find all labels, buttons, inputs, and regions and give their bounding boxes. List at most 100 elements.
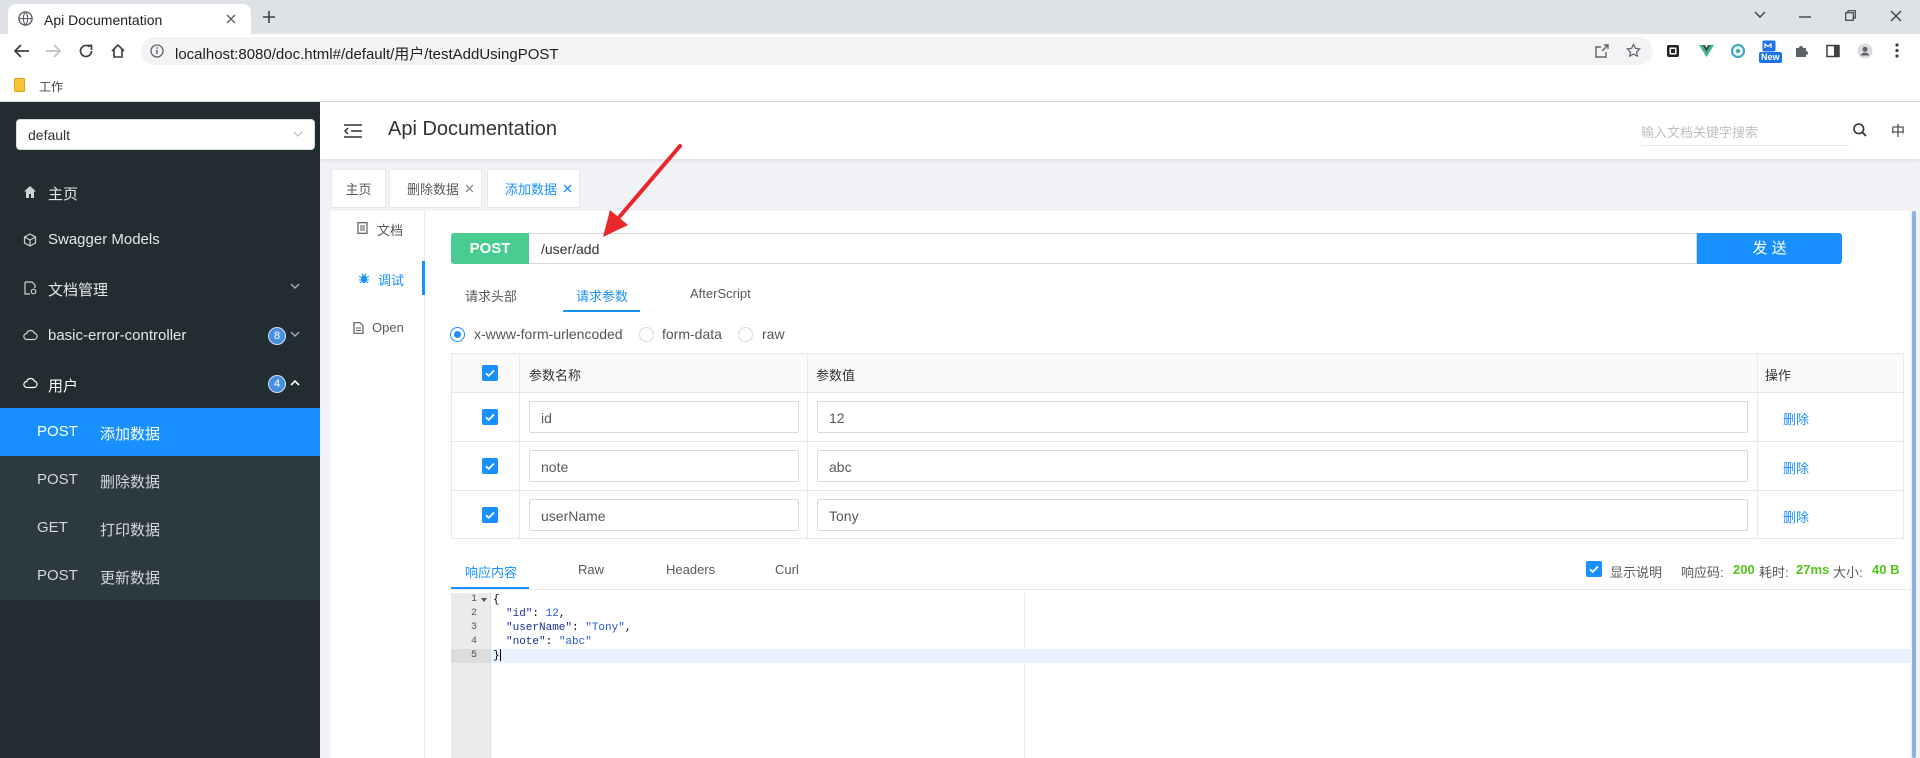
- window-close-icon[interactable]: [1890, 10, 1902, 22]
- request-path-input[interactable]: /user/add: [529, 233, 1697, 264]
- tab-response-curl[interactable]: Curl: [775, 562, 799, 577]
- sidebar-item-swagger-models[interactable]: Swagger Models: [0, 216, 320, 264]
- extension-vue-icon[interactable]: [1699, 44, 1714, 58]
- close-icon[interactable]: [465, 184, 474, 193]
- search-icon[interactable]: [1853, 123, 1867, 137]
- tab-add-data[interactable]: 添加数据: [487, 169, 580, 208]
- cube-icon: [23, 233, 38, 248]
- browser-tab-active[interactable]: Api Documentation: [8, 4, 251, 34]
- code-punct: :: [545, 636, 559, 648]
- tab-home[interactable]: 主页: [331, 169, 386, 208]
- line-number: 2: [470, 608, 477, 619]
- fold-icon[interactable]: [481, 598, 487, 602]
- chevron-down-icon[interactable]: [1754, 11, 1766, 19]
- show-description-checkbox[interactable]: [1586, 561, 1602, 577]
- tab-request-params[interactable]: 请求参数: [576, 286, 628, 305]
- group-select[interactable]: default: [16, 119, 315, 150]
- side-menu-open[interactable]: Open: [331, 311, 424, 345]
- param-name: id: [541, 410, 552, 426]
- tab-response-content[interactable]: 响应内容: [465, 562, 517, 581]
- delete-row-link[interactable]: 删除: [1783, 507, 1809, 526]
- url-bar[interactable]: localhost:8080/doc.html#/default/用户/test…: [141, 37, 1653, 65]
- tab-label: 删除数据: [407, 182, 460, 197]
- plus-icon[interactable]: [262, 10, 276, 24]
- sidebar-item-label: basic-error-controller: [48, 327, 187, 344]
- select-all-checkbox[interactable]: [482, 365, 498, 381]
- radio-label[interactable]: raw: [762, 326, 785, 342]
- column-divider: [1757, 354, 1758, 538]
- star-icon[interactable]: [1626, 43, 1641, 58]
- sidebar-item-label: 主页: [48, 186, 79, 203]
- param-value-input[interactable]: 12: [817, 401, 1748, 433]
- tab-delete-data[interactable]: 删除数据: [389, 169, 482, 208]
- tab-after-script[interactable]: AfterScript: [690, 286, 751, 301]
- submenu-item-print-data[interactable]: GET 打印数据: [0, 504, 320, 552]
- sidebar-item-doc-manage[interactable]: 文档管理: [0, 264, 320, 312]
- active-tab-indicator: [563, 310, 640, 312]
- sidebar-item-home[interactable]: 主页: [0, 168, 320, 216]
- table-row: userName Tony 删除: [452, 491, 1903, 540]
- count-badge: 4: [268, 375, 286, 393]
- bookmark-work[interactable]: 工作: [39, 78, 63, 95]
- delete-row-link[interactable]: 删除: [1783, 458, 1809, 477]
- submenu-item-delete-data[interactable]: POST 删除数据: [0, 456, 320, 504]
- search-input[interactable]: 输入文档关键字搜索: [1641, 122, 1758, 141]
- profile-icon[interactable]: [1857, 43, 1873, 59]
- json-value: "Tony": [585, 622, 625, 634]
- restore-icon[interactable]: [1845, 10, 1856, 21]
- response-code-editor[interactable]: 1 2 3 4 5 { "id": 12, "userName": "Tony"…: [451, 593, 1910, 758]
- submenu-item-add-data[interactable]: POST 添加数据: [0, 408, 320, 456]
- radio-urlencoded[interactable]: [450, 327, 465, 342]
- language-toggle[interactable]: 中: [1891, 121, 1905, 141]
- extension-new-icon[interactable]: New: [1758, 40, 1782, 64]
- side-menu-doc[interactable]: 文档: [331, 211, 424, 245]
- chevron-down-icon: [290, 331, 301, 342]
- delete-row-link[interactable]: 删除: [1783, 409, 1809, 428]
- sidebar-item-user[interactable]: 用户 4: [0, 360, 320, 408]
- code-line: {: [491, 593, 1910, 607]
- sidepanel-icon[interactable]: [1826, 44, 1840, 58]
- radio-raw[interactable]: [738, 327, 753, 342]
- row-checkbox[interactable]: [482, 409, 498, 425]
- minimize-icon[interactable]: [1799, 16, 1811, 18]
- param-name-input[interactable]: note: [529, 450, 799, 482]
- tab-response-raw[interactable]: Raw: [578, 562, 604, 577]
- count-badge: 8: [268, 327, 286, 345]
- extension-circle-icon[interactable]: [1731, 44, 1745, 58]
- http-method: POST: [37, 567, 78, 584]
- extension-notion-icon[interactable]: [1666, 44, 1680, 58]
- side-menu-debug[interactable]: 调试: [331, 261, 424, 295]
- radio-label[interactable]: x-www-form-urlencoded: [474, 326, 623, 342]
- row-checkbox[interactable]: [482, 458, 498, 474]
- param-value-input[interactable]: Tony: [817, 499, 1748, 531]
- reload-icon[interactable]: [78, 43, 94, 59]
- back-icon[interactable]: [14, 44, 30, 58]
- param-name-input[interactable]: userName: [529, 499, 799, 531]
- sidebar-item-basic-error-controller[interactable]: basic-error-controller 8: [0, 312, 320, 360]
- close-icon[interactable]: [563, 184, 572, 193]
- info-icon[interactable]: [150, 44, 164, 58]
- param-name-input[interactable]: id: [529, 401, 799, 433]
- json-key: "note": [506, 636, 546, 648]
- share-icon[interactable]: [1595, 44, 1609, 58]
- radio-label[interactable]: form-data: [662, 326, 722, 342]
- row-checkbox[interactable]: [482, 507, 498, 523]
- cloud-icon: [23, 377, 38, 392]
- puzzle-icon[interactable]: [1794, 44, 1808, 58]
- home-icon[interactable]: [110, 43, 126, 59]
- forward-icon[interactable]: [45, 44, 61, 58]
- send-button[interactable]: 发 送: [1697, 233, 1842, 264]
- close-icon[interactable]: [226, 14, 236, 24]
- menu-toggle-icon[interactable]: [344, 124, 362, 138]
- param-value-input[interactable]: abc: [817, 450, 1748, 482]
- line-number: 5: [470, 650, 477, 661]
- vertical-scrollbar[interactable]: [1912, 211, 1916, 758]
- show-description-label[interactable]: 显示说明: [1610, 562, 1662, 581]
- radio-form-data[interactable]: [639, 327, 654, 342]
- search-underline: [1641, 145, 1849, 146]
- tab-response-headers[interactable]: Headers: [666, 562, 715, 577]
- tab-request-headers[interactable]: 请求头部: [465, 286, 517, 305]
- kebab-icon[interactable]: [1895, 43, 1899, 58]
- url-text[interactable]: localhost:8080/doc.html#/default/用户/test…: [175, 43, 559, 64]
- submenu-item-update-data[interactable]: POST 更新数据: [0, 552, 320, 600]
